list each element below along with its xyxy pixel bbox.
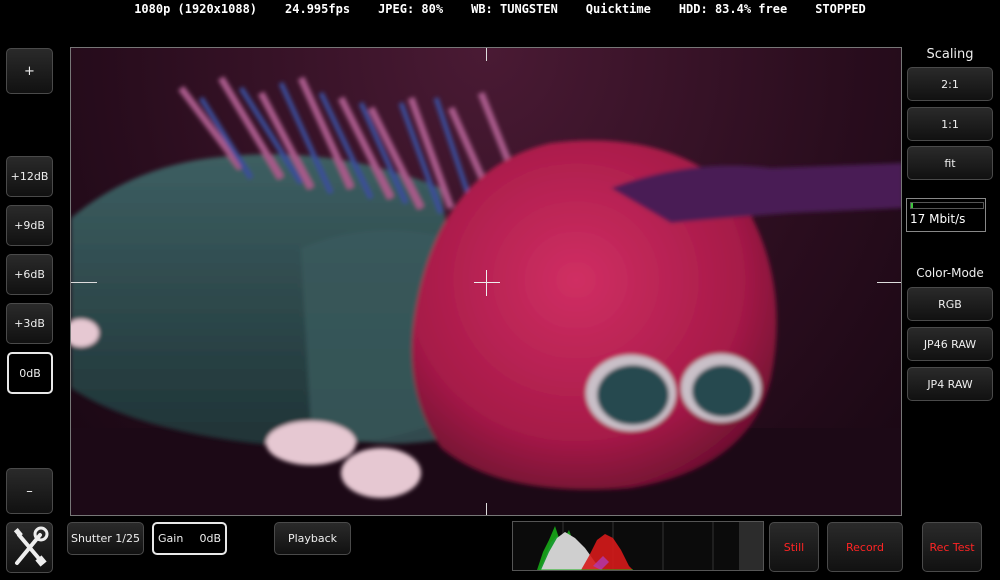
center-crosshair-v	[486, 270, 487, 296]
histogram-red	[581, 534, 633, 570]
color-mode-title: Color-Mode	[916, 266, 984, 280]
still-button[interactable]: Still	[769, 522, 819, 572]
scaling-title: Scaling	[926, 47, 974, 62]
record-state-readout: STOPPED	[815, 2, 866, 16]
settings-tools-button[interactable]	[6, 522, 53, 573]
gain-6db-button[interactable]: +6dB	[6, 254, 53, 295]
gain-value: 0dB	[199, 532, 221, 545]
shutter-button[interactable]: Shutter 1/25	[67, 522, 144, 555]
color-mode-jp4-button[interactable]: JP4 RAW	[907, 367, 993, 401]
playback-button[interactable]: Playback	[274, 522, 351, 555]
gain-up-button[interactable]: +	[6, 48, 53, 94]
white-balance-readout: WB: TUNGSTEN	[471, 2, 558, 16]
scaling-fit-button[interactable]: fit	[907, 146, 993, 180]
wrench-screwdriver-icon	[13, 526, 49, 567]
scaling-2-1-button[interactable]: 2:1	[907, 67, 993, 101]
gain-12db-button[interactable]: +12dB	[6, 156, 53, 197]
bitrate-readout: 17 Mbit/s	[910, 212, 966, 226]
bitrate-bar-fill	[911, 203, 914, 208]
jpeg-quality-readout: JPEG: 80%	[378, 2, 444, 16]
status-bar: 1080p (1920x1088) 24.995fps JPEG: 80% WB…	[0, 0, 1000, 18]
hdd-readout: HDD: 83.4% free	[678, 2, 788, 16]
gain-9db-button[interactable]: +9dB	[6, 205, 53, 246]
gain-button[interactable]: Gain 0dB	[152, 522, 227, 555]
gain-0db-button[interactable]: 0dB	[7, 352, 53, 394]
container-readout: Quicktime	[585, 2, 651, 16]
frame-tick-bottom	[486, 503, 487, 515]
gain-3db-button[interactable]: +3dB	[6, 303, 53, 344]
gain-down-button[interactable]: –	[6, 468, 53, 514]
bitrate-bar	[910, 202, 984, 209]
frame-tick-right	[877, 282, 901, 283]
color-mode-rgb-button[interactable]: RGB	[907, 287, 993, 321]
resolution-readout: 1080p (1920x1088)	[134, 2, 258, 16]
center-crosshair-h	[474, 282, 500, 283]
record-button[interactable]: Record	[827, 522, 903, 572]
histogram	[512, 521, 764, 571]
scaling-1-1-button[interactable]: 1:1	[907, 107, 993, 141]
frame-tick-top	[486, 48, 487, 61]
color-mode-jp46-button[interactable]: JP46 RAW	[907, 327, 993, 361]
bitrate-meter: 17 Mbit/s	[906, 198, 986, 232]
frame-tick-left	[71, 282, 97, 283]
rec-test-button[interactable]: Rec Test	[922, 522, 982, 572]
fps-readout: 24.995fps	[285, 2, 351, 16]
gain-label: Gain	[158, 532, 184, 545]
